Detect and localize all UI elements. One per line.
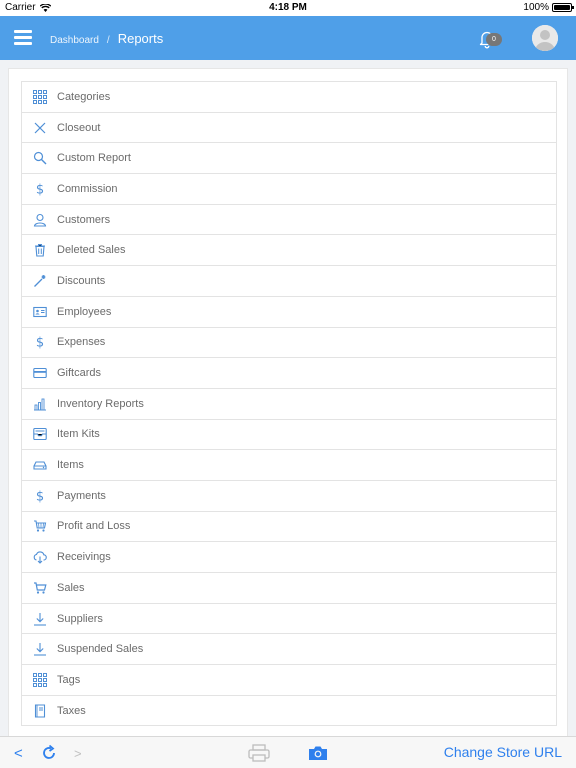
harddrive-icon <box>33 458 47 472</box>
report-item-label: Tags <box>57 673 81 686</box>
report-item-sales[interactable]: Sales <box>21 573 557 604</box>
dollar-icon: $ <box>33 489 47 503</box>
report-item-label: Sales <box>57 581 85 594</box>
reports-panel: Categories Closeout Custom Report $ Commissi… <box>8 68 568 736</box>
camera-icon[interactable] <box>308 744 328 762</box>
report-item-items[interactable]: Items <box>21 450 557 481</box>
menu-icon[interactable] <box>14 30 32 46</box>
close-icon <box>33 121 47 135</box>
battery-icon <box>552 3 574 12</box>
report-item-discounts[interactable]: Discounts <box>21 266 557 297</box>
main-content: Categories Closeout Custom Report $ Commissi… <box>0 60 576 736</box>
report-item-label: Commission <box>57 182 118 195</box>
svg-text:$: $ <box>36 336 44 350</box>
report-item-inventory-reports[interactable]: Inventory Reports <box>21 388 557 420</box>
report-item-label: Discounts <box>57 274 106 287</box>
report-item-label: Employees <box>57 305 112 318</box>
clock: 4:18 PM <box>269 2 307 13</box>
download-icon <box>33 642 47 656</box>
report-item-label: Deleted Sales <box>57 244 126 257</box>
report-item-taxes[interactable]: Taxes <box>21 695 557 727</box>
report-item-item-kits[interactable]: Item Kits <box>21 419 557 451</box>
report-item-label: Inventory Reports <box>57 397 144 410</box>
cart-icon <box>33 519 47 533</box>
breadcrumb-separator: / <box>106 35 110 46</box>
report-item-commission[interactable]: $ Commission <box>21 174 557 205</box>
battery-status: 100% <box>523 2 574 13</box>
grid-icon <box>33 672 47 687</box>
report-item-label: Payments <box>57 489 106 502</box>
browser-toolbar: < > Change Store URL <box>0 736 576 768</box>
report-item-customers[interactable]: Customers <box>21 204 557 236</box>
reload-icon[interactable] <box>40 744 58 762</box>
bar-chart-icon <box>33 397 47 411</box>
grid-icon <box>33 89 47 104</box>
report-item-closeout[interactable]: Closeout <box>21 112 557 144</box>
report-item-label: Item Kits <box>57 428 100 441</box>
id-card-icon <box>33 305 47 319</box>
report-item-label: Categories <box>57 90 111 103</box>
app-header: Dashboard / Reports 0 <box>0 16 576 60</box>
report-item-label: Expenses <box>57 336 106 349</box>
trash-icon <box>33 243 47 257</box>
svg-text:$: $ <box>36 182 44 196</box>
page-title: Reports <box>117 31 164 46</box>
breadcrumb-dashboard-link[interactable]: Dashboard <box>50 35 99 46</box>
status-bar: Carrier 4:18 PM 100% <box>0 0 576 16</box>
report-item-receivings[interactable]: Receivings <box>21 542 557 573</box>
svg-text:$: $ <box>36 489 44 503</box>
dollar-icon: $ <box>33 182 47 196</box>
report-item-categories[interactable]: Categories <box>21 82 557 113</box>
search-icon <box>33 151 47 165</box>
dollar-icon: $ <box>33 335 47 350</box>
download-icon <box>33 612 47 626</box>
report-item-giftcards[interactable]: Giftcards <box>21 358 557 389</box>
shopping-cart-icon <box>33 581 47 595</box>
user-icon <box>33 213 47 227</box>
print-icon[interactable] <box>248 744 270 762</box>
battery-percent: 100% <box>523 2 549 13</box>
report-item-employees[interactable]: Employees <box>21 296 557 328</box>
report-item-label: Custom Report <box>57 152 131 165</box>
report-item-label: Suspended Sales <box>57 643 144 656</box>
report-item-label: Items <box>57 459 84 472</box>
report-item-label: Suppliers <box>57 612 103 625</box>
report-item-label: Profit and Loss <box>57 520 131 533</box>
report-item-label: Taxes <box>57 704 86 717</box>
report-item-tags[interactable]: Tags <box>21 665 557 696</box>
avatar[interactable] <box>532 25 558 51</box>
magic-wand-icon <box>33 274 47 288</box>
book-icon <box>33 704 47 718</box>
forward-button[interactable]: > <box>74 744 82 762</box>
back-button[interactable]: < <box>14 744 23 762</box>
reports-list: Categories Closeout Custom Report $ Commissi… <box>21 81 557 727</box>
notification-badge: 0 <box>486 33 502 46</box>
report-item-label: Receivings <box>57 551 111 564</box>
report-item-suspended-sales[interactable]: Suspended Sales <box>21 634 557 666</box>
report-item-label: Giftcards <box>57 367 102 380</box>
report-item-profit-and-loss[interactable]: Profit and Loss <box>21 511 557 543</box>
change-store-url-button[interactable]: Change Store URL <box>444 744 562 760</box>
cloud-download-icon <box>33 550 47 564</box>
report-item-payments[interactable]: $ Payments <box>21 480 557 512</box>
report-item-label: Closeout <box>57 121 101 134</box>
breadcrumb: Dashboard / Reports <box>50 31 163 46</box>
inbox-icon <box>33 427 47 441</box>
report-item-label: Customers <box>57 213 111 226</box>
report-item-expenses[interactable]: $ Expenses <box>21 327 557 359</box>
report-item-custom-report[interactable]: Custom Report <box>21 143 557 175</box>
report-item-deleted-sales[interactable]: Deleted Sales <box>21 235 557 267</box>
credit-card-icon <box>33 366 47 380</box>
report-item-suppliers[interactable]: Suppliers <box>21 603 557 635</box>
